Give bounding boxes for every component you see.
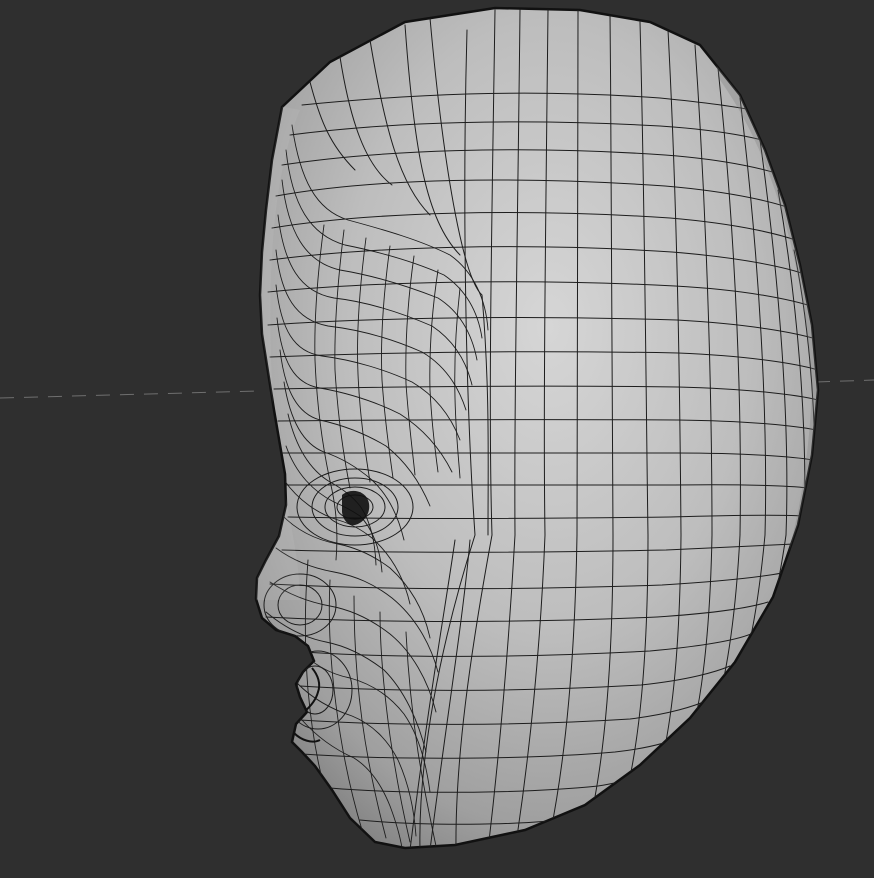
ground-grid-line-right	[815, 379, 874, 383]
viewport-canvas[interactable]	[0, 0, 874, 878]
3d-viewport[interactable]	[0, 0, 874, 878]
ground-grid-line-left	[0, 390, 259, 399]
head-mesh[interactable]	[250, 0, 874, 850]
